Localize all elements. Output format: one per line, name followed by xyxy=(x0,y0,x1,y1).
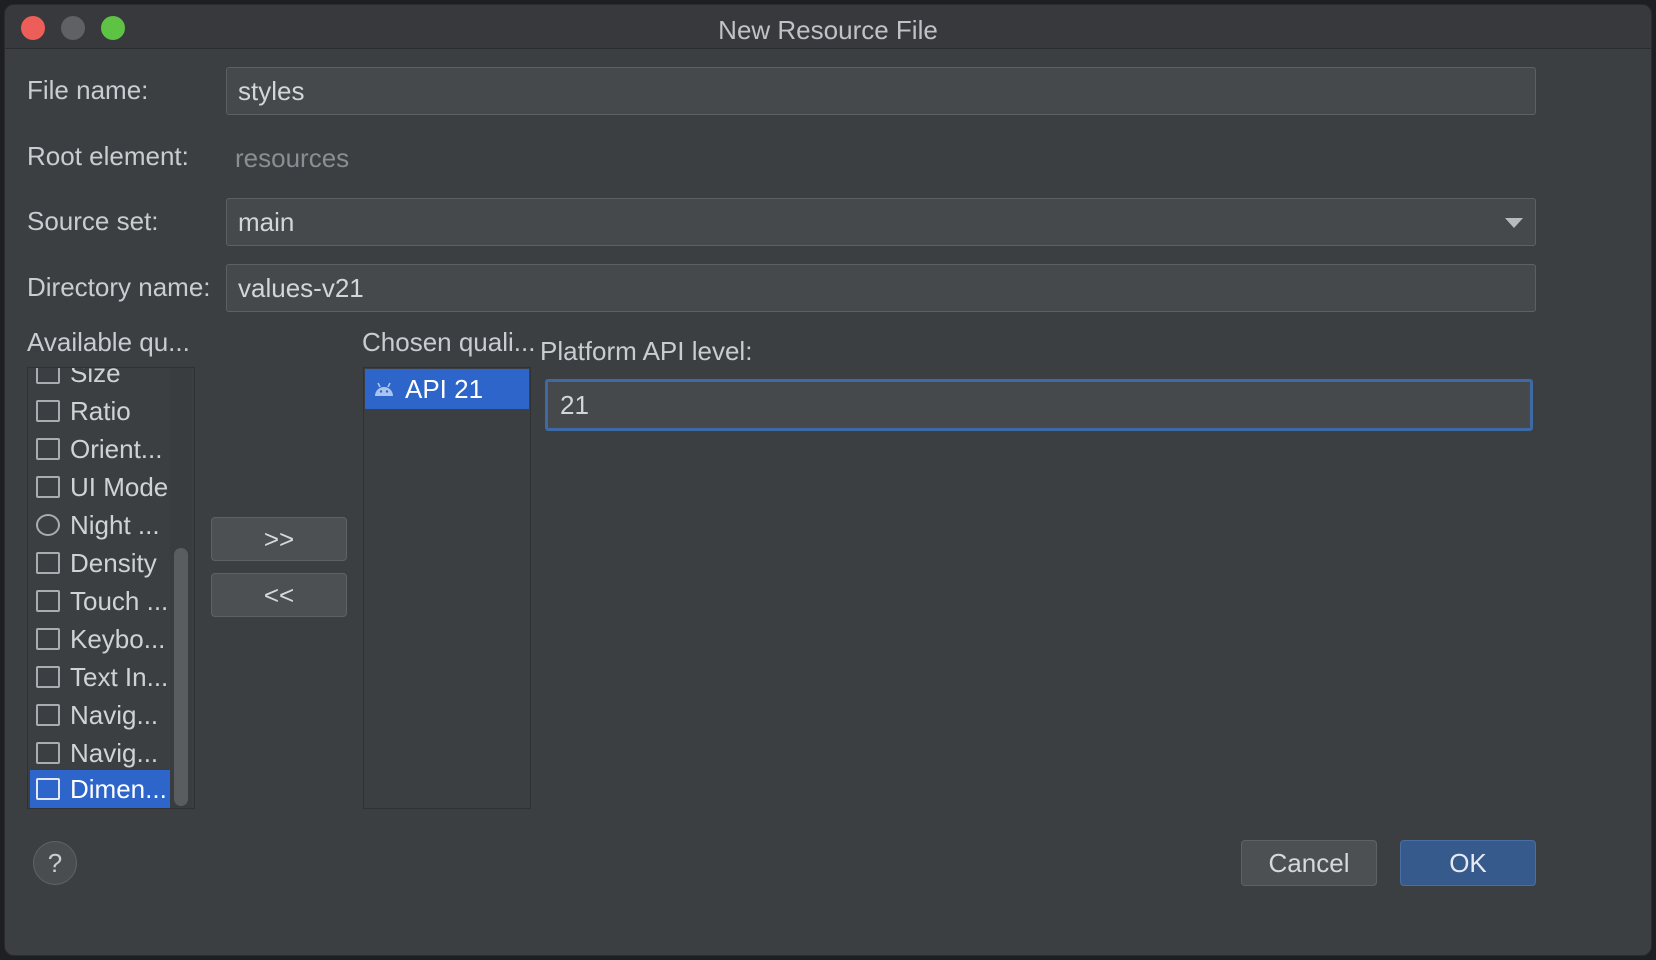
cancel-button[interactable]: Cancel xyxy=(1241,840,1377,886)
available-qualifiers-header: Available qu... xyxy=(27,327,190,357)
chevron-down-icon xyxy=(1505,218,1523,228)
android-icon xyxy=(375,382,393,396)
qualifier-keyboard[interactable]: Keybo... xyxy=(30,620,170,658)
root-element-value: resources xyxy=(235,143,350,173)
touch-icon xyxy=(36,590,60,612)
qualifier-size[interactable]: Size xyxy=(30,368,170,392)
help-button[interactable]: ? xyxy=(33,841,77,885)
qualifier-ratio[interactable]: Ratio xyxy=(30,392,170,430)
file-name-field[interactable]: styles xyxy=(226,67,1536,115)
ratio-icon xyxy=(36,400,60,422)
remove-qualifier-button[interactable]: << xyxy=(211,573,347,617)
orientation-icon xyxy=(36,438,60,460)
qualifier-ui-mode[interactable]: UI Mode xyxy=(30,468,170,506)
qualifier-density[interactable]: Density xyxy=(30,544,170,582)
title-bar: New Resource File xyxy=(5,5,1651,49)
source-set-value: main xyxy=(238,207,295,237)
root-element-label: Root element: xyxy=(27,141,189,171)
window-title: New Resource File xyxy=(718,15,938,45)
platform-api-level-input[interactable]: 21 xyxy=(545,379,1533,431)
ui-mode-icon xyxy=(36,476,60,498)
available-list-scrollbar[interactable] xyxy=(170,368,192,808)
ok-button[interactable]: OK xyxy=(1400,840,1536,886)
file-name-label: File name: xyxy=(27,75,149,105)
available-qualifiers-list[interactable]: Size Ratio Orient... UI Mode Night ... D… xyxy=(27,367,195,809)
add-qualifier-button[interactable]: >> xyxy=(211,517,347,561)
navigation-state-icon xyxy=(36,704,60,726)
qualifier-night-mode[interactable]: Night ... xyxy=(30,506,170,544)
qualifier-text-input[interactable]: Text In... xyxy=(30,658,170,696)
size-icon xyxy=(36,368,60,384)
text-input-icon xyxy=(36,666,60,688)
directory-name-label: Directory name: xyxy=(27,272,211,302)
dimension-icon xyxy=(36,778,60,800)
new-resource-file-dialog: New Resource File File name: styles Root… xyxy=(4,4,1652,956)
qualifier-dimension[interactable]: Dimen... xyxy=(30,770,170,808)
chosen-qualifiers-list[interactable]: API 21 xyxy=(363,367,531,809)
directory-name-field[interactable]: values-v21 xyxy=(226,264,1536,312)
qualifier-navigation-method[interactable]: Navig... xyxy=(30,734,170,772)
night-mode-icon xyxy=(36,514,60,536)
chosen-qualifier-api-21[interactable]: API 21 xyxy=(365,369,529,409)
density-icon xyxy=(36,552,60,574)
chosen-qualifiers-header: Chosen quali... xyxy=(362,327,536,357)
qualifier-touch-screen[interactable]: Touch ... xyxy=(30,582,170,620)
question-mark-icon: ? xyxy=(47,848,63,878)
platform-api-level-label: Platform API level: xyxy=(540,336,753,366)
qualifier-orientation[interactable]: Orient... xyxy=(30,430,170,468)
source-set-label: Source set: xyxy=(27,206,159,236)
navigation-method-icon xyxy=(36,742,60,764)
keyboard-icon xyxy=(36,628,60,650)
qualifier-navigation-state[interactable]: Navig... xyxy=(30,696,170,734)
source-set-dropdown[interactable]: main xyxy=(226,198,1536,246)
scrollbar-thumb[interactable] xyxy=(174,548,188,806)
